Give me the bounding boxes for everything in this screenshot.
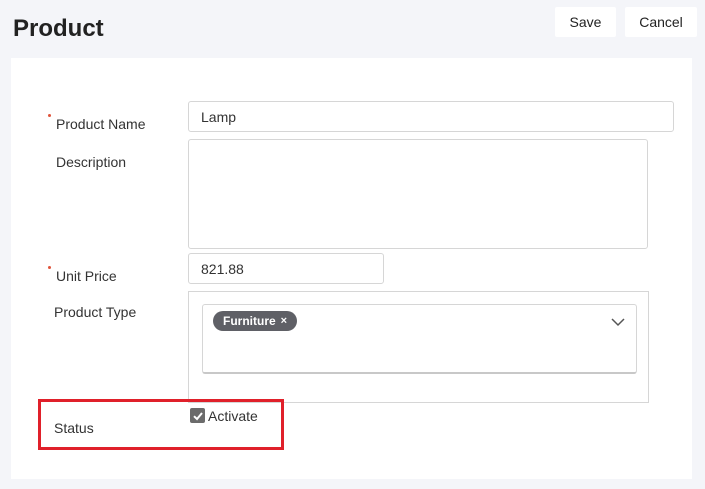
cancel-button[interactable]: Cancel [625, 7, 697, 37]
status-label: Status [54, 420, 94, 436]
product-type-multiselect[interactable]: Furniture × [202, 304, 637, 374]
required-marker [48, 266, 51, 269]
page-title: Product [13, 15, 104, 42]
save-button[interactable]: Save [555, 7, 616, 37]
required-marker [48, 114, 51, 117]
product-type-field: Furniture × [188, 291, 649, 403]
description-textarea[interactable] [188, 139, 648, 249]
unit-price-input[interactable] [188, 253, 384, 284]
description-label: Description [56, 154, 127, 170]
product-type-label: Product Type [54, 304, 137, 320]
product-name-label: Product Name [56, 116, 146, 132]
selected-chip: Furniture × [213, 311, 298, 331]
chip-label: Furniture [223, 314, 276, 328]
unit-price-label: Unit Price [56, 268, 117, 284]
activate-checkbox[interactable] [190, 408, 205, 423]
activate-label: Activate [208, 408, 258, 424]
check-icon [192, 411, 203, 420]
chevron-down-icon[interactable] [610, 314, 626, 330]
product-name-input[interactable] [188, 101, 674, 132]
close-icon[interactable]: × [281, 315, 287, 327]
